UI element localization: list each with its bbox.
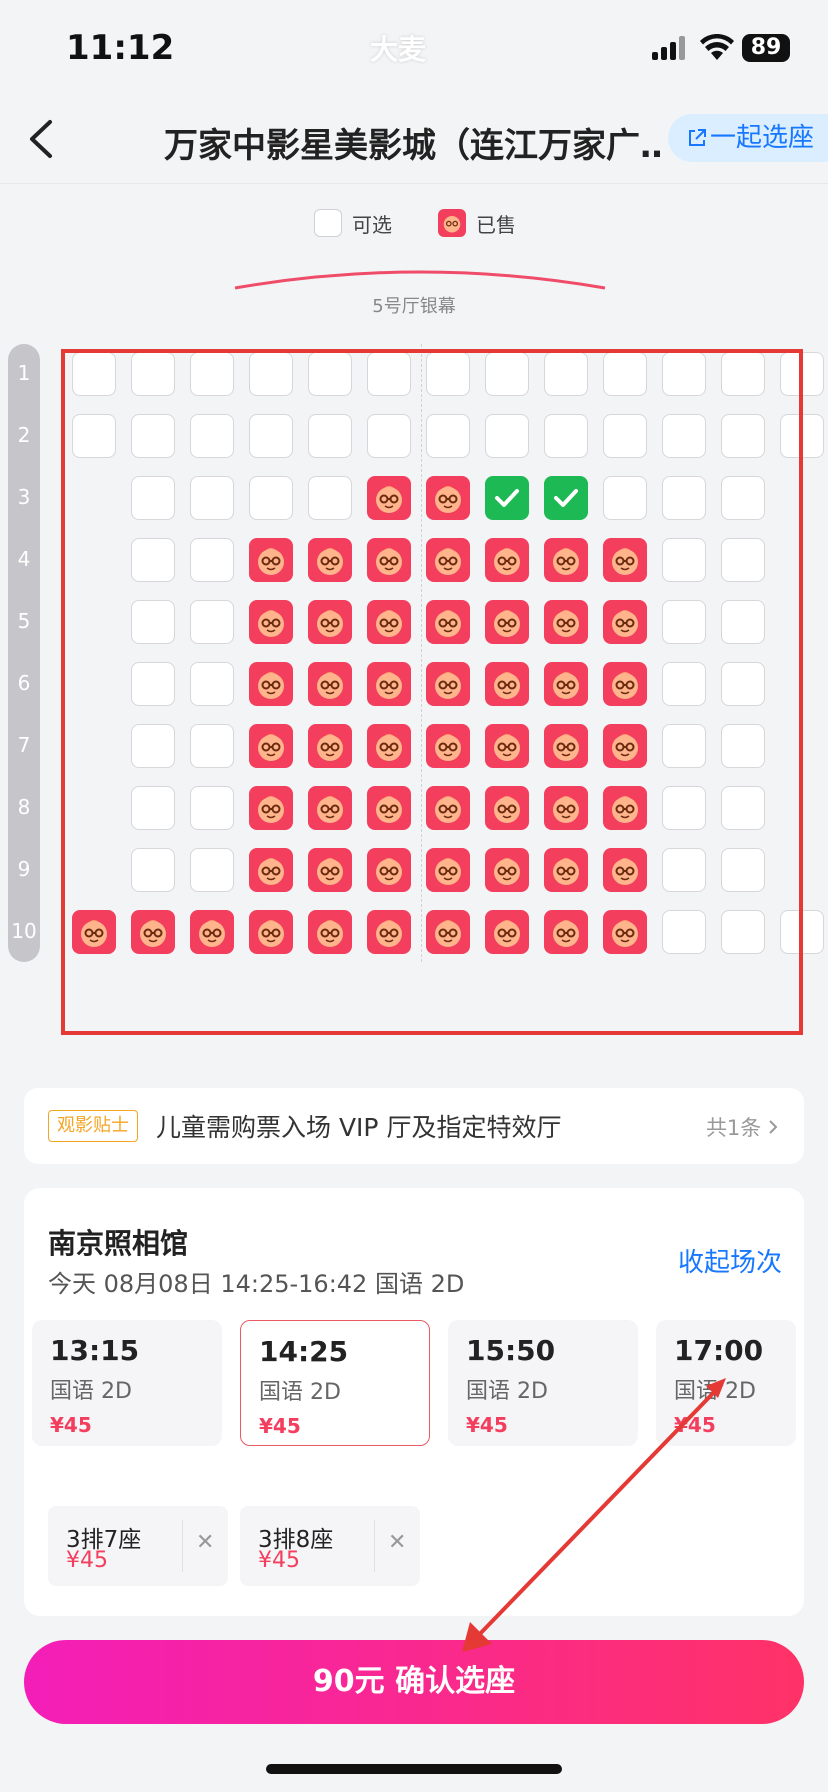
wifi-icon [700,34,734,60]
showtime-chip[interactable]: 17:00 国语 2D ¥45 [656,1320,796,1446]
chip-time: 15:50 [466,1334,556,1367]
legend-sold-label: 已售 [476,212,516,237]
page-title: 万家中影星美影城（连江万家广… [164,126,664,166]
status-bar: 11:12 大麦 89 [0,0,828,96]
signal-icon [652,36,686,60]
row-number: 9 [17,857,31,881]
chip-time: 14:25 [259,1335,349,1368]
row-number: 7 [17,733,31,757]
legend-available: 可选 [314,207,392,239]
chevron-right-icon [769,1120,778,1134]
row-number: 2 [17,423,31,447]
back-icon[interactable] [22,114,62,164]
header: 万家中影星美影城（连江万家广… 一起选座 [0,96,828,184]
chip-type: 国语 2D [259,1380,341,1405]
legend-sold: 已售 [438,207,516,239]
sold-seat-swatch [438,209,466,237]
row-number: 5 [17,609,31,633]
close-icon[interactable]: ✕ [388,1530,406,1555]
ticket-price: ¥45 [66,1548,108,1573]
collapse-sessions-button[interactable]: 收起场次 [678,1242,782,1279]
tip-count: 共1条 [706,1112,778,1142]
movie-info: 今天 08月08日 14:25-16:42 国语 2D [48,1270,465,1298]
selected-ticket: 3排8座 ¥45 ✕ [240,1506,420,1586]
chip-type: 国语 2D [466,1379,548,1404]
selected-ticket: 3排7座 ¥45 ✕ [48,1506,228,1586]
home-indicator [266,1764,562,1774]
chip-price: ¥45 [674,1413,716,1437]
battery-icon: 89 [742,34,790,62]
share-icon [689,129,706,146]
annotation-highlight-box [61,349,803,1035]
available-seat-swatch [314,209,342,237]
chip-time: 17:00 [674,1334,764,1367]
ticket-divider [182,1520,183,1572]
tip-card[interactable]: 观影贴士 儿童需购票入场 VIP 厅及指定特效厅 共1条 [24,1088,804,1164]
tip-badge: 观影贴士 [48,1110,138,1142]
confirm-seat-button[interactable]: 90元 确认选座 [24,1640,804,1724]
row-number: 10 [11,919,37,943]
showtime-chip[interactable]: 13:15 国语 2D ¥45 [32,1320,222,1446]
ticket-price: ¥45 [258,1548,300,1573]
chip-time: 13:15 [50,1334,140,1367]
choose-together-button[interactable]: 一起选座 [668,114,828,162]
ticket-divider [374,1520,375,1572]
chip-type: 国语 2D [50,1379,132,1404]
chip-price: ¥45 [50,1413,92,1437]
row-number: 1 [17,361,31,385]
tip-text: 儿童需购票入场 VIP 厅及指定特效厅 [156,1113,562,1142]
close-icon[interactable]: ✕ [196,1530,214,1555]
row-number: 6 [17,671,31,695]
status-brand: 大麦 [370,33,427,66]
row-number: 4 [17,547,31,571]
chip-type: 国语 2D [674,1379,756,1404]
chip-price: ¥45 [466,1413,508,1437]
status-time: 11:12 [66,28,175,68]
row-number: 8 [17,795,31,819]
screen-label: 5号厅银幕 [372,296,456,317]
showtime-chip-selected[interactable]: 14:25 国语 2D ¥45 [240,1320,430,1446]
movie-title: 南京照相馆 [48,1227,189,1260]
choose-together-label: 一起选座 [710,123,815,153]
showtime-card: 南京照相馆 今天 08月08日 14:25-16:42 国语 2D 收起场次 1… [24,1188,804,1616]
showtime-chip[interactable]: 15:50 国语 2D ¥45 [448,1320,638,1446]
legend-available-label: 可选 [352,212,392,237]
row-number: 3 [17,485,31,509]
chip-price: ¥45 [259,1414,301,1438]
